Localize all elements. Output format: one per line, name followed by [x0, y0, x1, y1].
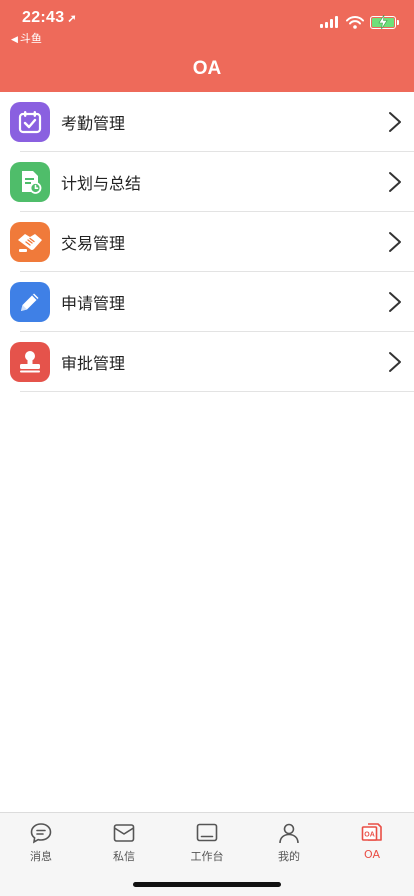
page-title: OA [192, 58, 222, 79]
menu-item-approvals[interactable]: 审批管理 [0, 332, 414, 392]
person-icon [279, 823, 299, 844]
menu-item-plan-summary[interactable]: 计划与总结 [0, 152, 414, 212]
header: 22:43 ➚ ◀ 斗鱼 OA [0, 0, 414, 92]
tab-workbench[interactable]: 工作台 [177, 821, 237, 867]
location-arrow-icon: ➚ [67, 13, 77, 25]
status-time: 22:43 ➚ [22, 9, 77, 27]
cellular-signal-icon [320, 16, 338, 28]
back-to-app-link[interactable]: ◀ 斗鱼 [11, 30, 42, 46]
document-clock-icon [10, 162, 50, 202]
tab-label: 私信 [113, 850, 135, 863]
chevron-right-icon [389, 112, 401, 132]
tab-label: 消息 [30, 850, 52, 863]
status-indicators [320, 14, 399, 30]
tab-messages[interactable]: 消息 [11, 821, 71, 867]
wifi-icon [346, 15, 364, 29]
menu-item-label: 申请管理 [61, 294, 126, 313]
chat-bubble-icon [30, 823, 52, 844]
calendar-check-icon [10, 102, 50, 142]
chevron-right-icon [389, 172, 401, 192]
menu-item-label: 交易管理 [61, 234, 126, 253]
pencil-icon [10, 282, 50, 322]
menu-item-attendance[interactable]: 考勤管理 [0, 92, 414, 152]
monitor-icon [196, 823, 218, 842]
stamp-icon [10, 342, 50, 382]
menu-item-transactions[interactable]: 交易管理 [0, 212, 414, 272]
svg-text:OA: OA [364, 832, 375, 839]
clock-text: 22:43 [22, 9, 65, 26]
menu-item-label: 审批管理 [61, 354, 126, 373]
back-app-label: 斗鱼 [19, 32, 42, 45]
oa-menu-list: 考勤管理 计划与总结 交易管理 申请管理 审批管理 [0, 92, 414, 392]
back-triangle-icon: ◀ [11, 35, 18, 45]
menu-item-label: 考勤管理 [61, 114, 126, 133]
menu-item-label: 计划与总结 [61, 174, 142, 193]
tab-oa[interactable]: OA OA [342, 821, 402, 867]
menu-item-applications[interactable]: 申请管理 [0, 272, 414, 332]
battery-charging-icon [370, 14, 399, 29]
chevron-right-icon [389, 352, 401, 372]
tab-label: 工作台 [190, 850, 224, 863]
tab-label: 我的 [278, 850, 300, 863]
chevron-right-icon [389, 232, 401, 252]
chevron-right-icon [389, 292, 401, 312]
handshake-icon [10, 222, 50, 262]
home-indicator[interactable] [133, 882, 281, 887]
tab-label: OA [364, 848, 380, 861]
tab-mine[interactable]: 我的 [259, 821, 319, 867]
tab-private-messages[interactable]: 私信 [94, 821, 154, 867]
oa-doc-icon: OA [361, 823, 382, 841]
envelope-icon [113, 824, 135, 842]
